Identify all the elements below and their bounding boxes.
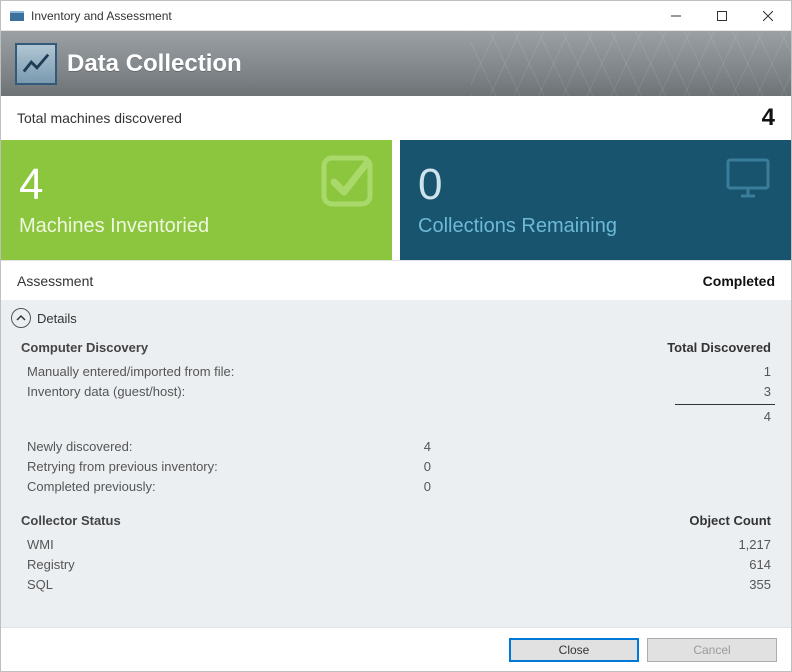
row-label: Manually entered/imported from file: bbox=[21, 362, 391, 382]
details-title: Details bbox=[37, 311, 77, 326]
row-value: 0 bbox=[391, 457, 431, 477]
row-value: 614 bbox=[431, 555, 775, 575]
header-banner: Data Collection bbox=[1, 31, 791, 96]
row-value: 4 bbox=[391, 437, 431, 457]
window-title: Inventory and Assessment bbox=[31, 9, 172, 23]
collector-heading: Collector Status bbox=[21, 511, 391, 531]
table-row: WMI 1,217 bbox=[21, 535, 775, 555]
close-button[interactable] bbox=[745, 1, 791, 31]
assessment-row: Assessment Completed bbox=[1, 260, 791, 300]
row-value: 355 bbox=[431, 575, 775, 595]
summary-tiles: 4 Machines Inventoried 0 Collections Rem… bbox=[1, 140, 791, 260]
discovery-heading: Computer Discovery bbox=[21, 338, 391, 358]
subtotal-rule bbox=[675, 404, 775, 405]
section-computer-discovery: Computer Discovery Total Discovered Manu… bbox=[21, 338, 775, 497]
section-collector-status: Collector Status Object Count WMI 1,217 … bbox=[21, 511, 775, 595]
checkmark-icon bbox=[320, 154, 374, 211]
tile-remaining-caption: Collections Remaining bbox=[418, 215, 773, 238]
minimize-button[interactable] bbox=[653, 1, 699, 31]
banner-pattern bbox=[471, 31, 791, 96]
assessment-label: Assessment bbox=[17, 273, 93, 289]
row-value: 3 bbox=[431, 382, 775, 402]
table-row: Completed previously: 0 bbox=[21, 477, 775, 497]
total-discovered-row: Total machines discovered 4 bbox=[1, 96, 791, 140]
row-label: WMI bbox=[21, 535, 391, 555]
row-value: 4 bbox=[431, 407, 775, 427]
tile-collections-remaining: 0 Collections Remaining bbox=[400, 140, 791, 260]
app-icon bbox=[9, 8, 25, 24]
table-row: SQL 355 bbox=[21, 575, 775, 595]
table-row: Inventory data (guest/host): 3 bbox=[21, 382, 775, 402]
row-value: 1 bbox=[431, 362, 775, 382]
assessment-status: Completed bbox=[703, 273, 775, 289]
table-row: 4 bbox=[21, 407, 775, 427]
table-row: Newly discovered: 4 bbox=[21, 437, 775, 457]
details-panel: Details Computer Discovery Total Discove… bbox=[1, 300, 791, 627]
page-title: Data Collection bbox=[67, 50, 242, 78]
row-value: 1,217 bbox=[431, 535, 775, 555]
close-dialog-button[interactable]: Close bbox=[509, 638, 639, 662]
title-bar: Inventory and Assessment bbox=[1, 1, 791, 31]
row-label: Newly discovered: bbox=[21, 437, 391, 457]
row-label: Registry bbox=[21, 555, 391, 575]
object-count-column-label: Object Count bbox=[431, 511, 775, 535]
table-row: Retrying from previous inventory: 0 bbox=[21, 457, 775, 477]
total-discovered-value: 4 bbox=[762, 104, 775, 132]
tile-machines-inventoried: 4 Machines Inventoried bbox=[1, 140, 392, 260]
total-discovered-column-label: Total Discovered bbox=[431, 338, 775, 362]
monitor-icon bbox=[723, 154, 773, 207]
footer: Close Cancel bbox=[1, 627, 791, 671]
tile-inventoried-caption: Machines Inventoried bbox=[19, 215, 374, 238]
row-value: 0 bbox=[391, 477, 431, 497]
cancel-button: Cancel bbox=[647, 638, 777, 662]
chart-line-icon bbox=[15, 43, 57, 85]
row-label: SQL bbox=[21, 575, 391, 595]
row-label: Inventory data (guest/host): bbox=[21, 382, 391, 402]
details-toggle[interactable] bbox=[11, 308, 31, 328]
row-label: Retrying from previous inventory: bbox=[21, 457, 391, 477]
maximize-button[interactable] bbox=[699, 1, 745, 31]
table-row: Manually entered/imported from file: 1 bbox=[21, 362, 775, 382]
total-discovered-label: Total machines discovered bbox=[17, 110, 182, 126]
tile-remaining-value: 0 bbox=[418, 163, 773, 207]
table-row: Registry 614 bbox=[21, 555, 775, 575]
row-label: Completed previously: bbox=[21, 477, 391, 497]
